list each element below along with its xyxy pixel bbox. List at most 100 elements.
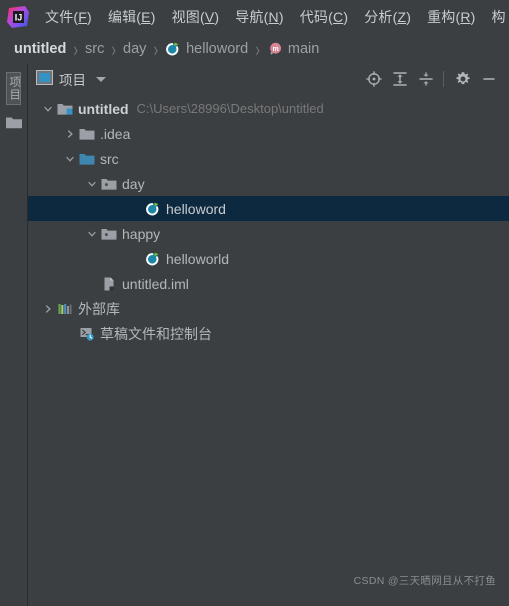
menu-paren: ) — [87, 9, 92, 25]
menu-item-file[interactable]: 文件(F) — [37, 5, 100, 29]
package-folder-icon — [100, 227, 118, 241]
tree-row-label: src — [100, 150, 119, 167]
menu-item-view[interactable]: 视图(V) — [164, 5, 228, 29]
chevron-down-icon[interactable] — [62, 146, 78, 171]
menu-item-refactor[interactable]: 重构(R) — [419, 5, 483, 29]
breadcrumb-label: main — [287, 41, 320, 57]
hide-minimize-icon[interactable] — [477, 68, 501, 90]
menu-paren: ) — [214, 9, 220, 25]
project-tool-window: 项目 untitled C:\Users\28996\Desktop\untit… — [28, 64, 509, 606]
module-folder-icon — [56, 102, 74, 116]
chevron-right-icon[interactable] — [40, 296, 56, 321]
menu-paren: ) — [470, 9, 476, 25]
menu-mnemonic: E — [141, 9, 151, 25]
project-panel-title-group[interactable]: 项目 — [36, 69, 106, 89]
menu-mnemonic: F — [78, 9, 88, 25]
iml-file-icon — [100, 276, 118, 292]
tree-row-label: untitled — [78, 100, 129, 117]
toolbar-divider — [443, 71, 444, 87]
menu-mnemonic: R — [460, 9, 471, 25]
tree-row-helloworld[interactable]: helloworld — [28, 246, 509, 271]
tree-row-src[interactable]: src — [28, 146, 509, 171]
settings-gear-icon[interactable] — [451, 68, 475, 90]
project-window-icon — [36, 70, 53, 88]
menu-mnemonic: N — [268, 9, 279, 25]
tree-row-scratches[interactable]: 草稿文件和控制台 — [28, 321, 509, 346]
tree-row-external-libraries[interactable]: 外部库 — [28, 296, 509, 321]
menu-item-code[interactable]: 代码(C) — [292, 5, 356, 29]
breadcrumb-item-day[interactable]: day — [123, 41, 146, 57]
tree-row-helloword[interactable]: helloword — [28, 196, 509, 221]
chevron-down-icon[interactable] — [96, 76, 106, 82]
main-body: 项目 项目 untitled C:\Users\28996\Desktop\un… — [0, 64, 509, 606]
menu-mnemonic: Z — [397, 9, 407, 25]
tree-row-label: day — [122, 175, 145, 192]
menu-label: 分析( — [364, 9, 398, 25]
menu-item-navigate[interactable]: 导航(N) — [227, 5, 291, 29]
tool-window-button-project[interactable]: 项目 — [5, 72, 22, 105]
breadcrumb: untitled › src › day › helloword › m mai… — [0, 34, 509, 64]
menu-paren: ) — [278, 9, 284, 25]
project-tree[interactable]: untitled C:\Users\28996\Desktop\untitled… — [28, 94, 509, 606]
tree-row-day[interactable]: day — [28, 171, 509, 196]
breadcrumb-separator: › — [255, 37, 260, 61]
select-opened-file-icon[interactable] — [362, 68, 386, 90]
menu-paren: ) — [406, 9, 412, 25]
tree-row-label: happy — [122, 225, 161, 242]
chevron-down-icon[interactable] — [84, 221, 100, 246]
breadcrumb-item-untitled[interactable]: untitled — [14, 41, 66, 57]
project-panel-title: 项目 — [59, 73, 86, 88]
external-libraries-icon — [56, 302, 74, 316]
chevron-right-icon[interactable] — [62, 121, 78, 146]
menu-item-edit[interactable]: 编辑(E) — [100, 5, 164, 29]
chevron-down-icon[interactable] — [40, 96, 56, 121]
csdn-watermark: CSDN @三天晒网且从不打鱼 — [353, 575, 496, 587]
kotlin-class-icon — [144, 201, 162, 217]
tree-row-label: helloworld — [166, 250, 230, 267]
breadcrumb-item-helloword[interactable]: helloword — [165, 41, 248, 57]
menu-label: 文件( — [45, 9, 79, 25]
tree-row-idea[interactable]: .idea — [28, 121, 509, 146]
method-icon: m — [267, 41, 283, 57]
intellij-idea-logo: IJ — [5, 4, 31, 30]
project-panel-toolbar: 项目 — [28, 64, 509, 94]
tree-row-happy[interactable]: happy — [28, 221, 509, 246]
tree-row-label: 草稿文件和控制台 — [100, 325, 212, 342]
breadcrumb-label: src — [85, 41, 105, 57]
expand-all-icon[interactable] — [388, 68, 412, 90]
kotlin-class-icon — [144, 251, 162, 267]
svg-text:IJ: IJ — [15, 13, 23, 23]
tree-row-label: 外部库 — [78, 300, 120, 317]
menu-label: 视图( — [171, 9, 205, 25]
tree-row-untitled[interactable]: untitled C:\Users\28996\Desktop\untitled — [28, 96, 509, 121]
breadcrumb-separator: › — [73, 37, 79, 61]
menu-item-build-truncated[interactable]: 构 — [484, 5, 509, 29]
breadcrumb-separator: › — [111, 37, 117, 61]
breadcrumb-label: untitled — [14, 41, 67, 57]
breadcrumb-item-main[interactable]: m main — [267, 41, 319, 57]
menu-item-analyze[interactable]: 分析(Z) — [356, 5, 419, 29]
breadcrumb-label: helloword — [186, 41, 249, 57]
tree-row-label: .idea — [100, 125, 131, 142]
folder-icon — [78, 127, 96, 141]
menu-paren: ) — [343, 9, 349, 25]
tree-row-label: helloword — [166, 200, 226, 217]
source-folder-icon — [78, 152, 96, 166]
scratches-console-icon — [78, 326, 96, 342]
folder-icon[interactable] — [5, 115, 23, 135]
menu-mnemonic: C — [333, 9, 344, 25]
menu-paren: ) — [150, 9, 156, 25]
package-folder-icon — [100, 177, 118, 191]
menu-label: 编辑( — [107, 9, 142, 25]
tool-window-label: 项目 — [8, 76, 21, 101]
menu-bar: IJ 文件(F) 编辑(E) 视图(V) 导航(N) 代码(C) 分析(Z) 重… — [0, 0, 509, 34]
menu-label: 重构( — [427, 9, 461, 25]
collapse-all-icon[interactable] — [414, 68, 438, 90]
menu-label: 代码( — [299, 9, 333, 25]
tree-row-untitled-iml[interactable]: untitled.iml — [28, 271, 509, 296]
chevron-down-icon[interactable] — [84, 171, 100, 196]
breadcrumb-item-src[interactable]: src — [85, 41, 104, 57]
breadcrumb-separator: › — [153, 37, 159, 61]
menu-label: 构 — [491, 9, 506, 25]
breadcrumb-label: day — [123, 41, 147, 57]
